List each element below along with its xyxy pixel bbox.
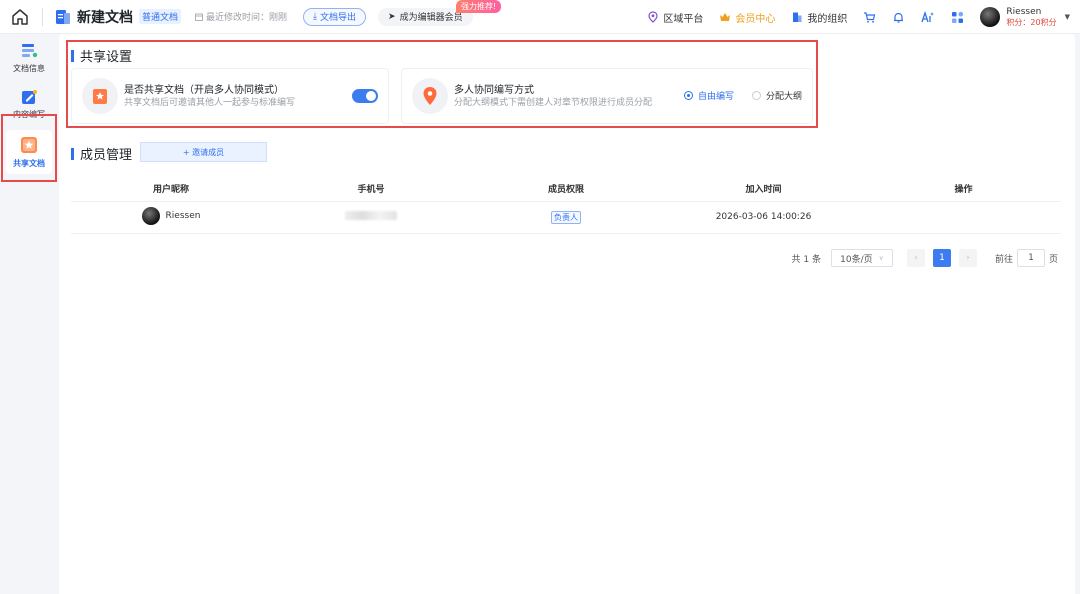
radio-free-edit[interactable]: 自由编写 — [683, 89, 734, 102]
user-nickname: Riessen — [165, 210, 201, 221]
highlight-box — [1, 114, 57, 182]
apps-grid-icon[interactable] — [951, 11, 964, 24]
member-management-title: 成员管理 — [80, 148, 133, 163]
share-settings-heading: 共享设置 — [71, 46, 132, 65]
doc-title: 新建文档 — [77, 9, 133, 26]
cell-joined: 2026-03-06 14:00:26 — [661, 201, 866, 234]
top-right-toolbar: 区域平台 会员中心 我的组织 Riessen 积分：20积分 ▼ — [647, 0, 1080, 34]
share-doc-card-icon — [82, 78, 118, 114]
radio-dot — [751, 91, 761, 100]
prev-page-button[interactable]: ‹ — [906, 249, 925, 267]
user-menu[interactable]: Riessen 积分：20积分 ▼ — [980, 7, 1070, 28]
my-org-link[interactable]: 我的组织 — [791, 10, 847, 25]
crown-icon — [720, 13, 731, 21]
region-platform-link[interactable]: 区域平台 — [647, 10, 703, 25]
send-icon: ➤ — [388, 11, 396, 22]
doc-info-icon — [22, 44, 38, 58]
member-management-heading: 成员管理 — [71, 144, 132, 163]
role-tag: 负责人 — [551, 210, 581, 224]
members-table: 用户昵称 手机号 成员权限 加入时间 操作 Riessen 负责人 2026-0… — [71, 177, 1061, 234]
radio-label: 自由编写 — [697, 92, 734, 102]
column-header: 加入时间 — [661, 177, 866, 202]
share-settings-title: 共享设置 — [80, 50, 133, 65]
share-doc-title: 是否共享文档（开启多人协同模式） — [124, 84, 284, 96]
collab-mode-title: 多人协同编写方式 — [454, 84, 534, 96]
radio-label: 分配大纲 — [765, 92, 802, 102]
member-center-label: 会员中心 — [735, 13, 776, 25]
share-doc-desc: 共享文档后可邀请其他人一起参与标准编写 — [124, 97, 296, 108]
total-count: 共 1 条 — [791, 254, 821, 265]
collab-mode-card: 多人协同编写方式 分配大纲模式下需创建人对章节权限进行成员分配 自由编写 分配大… — [401, 68, 813, 124]
page-number-current[interactable]: 1 — [932, 249, 951, 267]
table-header-row: 用户昵称 手机号 成员权限 加入时间 操作 — [71, 177, 1061, 202]
become-member-label: 成为编辑器会员 — [399, 13, 463, 23]
calendar-icon — [195, 13, 203, 21]
collab-mode-desc: 分配大纲模式下需创建人对章节权限进行成员分配 — [454, 97, 653, 108]
become-member-button[interactable]: ➤ 成为编辑器会员 强力推荐! — [378, 0, 502, 26]
goto-prefix: 前往 — [994, 254, 1013, 265]
cart-icon[interactable] — [863, 11, 876, 24]
doc-type-badge: 普通文档 — [139, 9, 182, 24]
my-org-label: 我的组织 — [807, 13, 848, 25]
page-size-select[interactable]: 10条/页 ∨ — [830, 249, 893, 267]
main-content: 共享设置 是否共享文档（开启多人协同模式） 共享文档后可邀请其他人一起参与标准编… — [59, 34, 1075, 594]
invite-member-button[interactable]: + 邀请成员 — [140, 142, 267, 162]
page-size-value: 10条/页 — [840, 254, 873, 265]
top-bar: 新建文档 普通文档 最近修改时间：刚刚 ⤓ 文档导出 ➤ 成为编辑器会员 强力推… — [0, 0, 1080, 34]
column-header: 手机号 — [271, 177, 471, 202]
region-platform-label: 区域平台 — [663, 13, 704, 25]
radio-assign-outline[interactable]: 分配大纲 — [751, 89, 802, 102]
collab-mode-card-icon — [412, 78, 448, 114]
last-edit-info: 最近修改时间：刚刚 — [195, 10, 287, 23]
export-button[interactable]: ⤓ 文档导出 — [303, 7, 367, 26]
phone-redacted — [345, 211, 397, 220]
heading-accent-bar — [71, 147, 74, 160]
avatar — [980, 7, 1001, 27]
cell-phone — [271, 201, 471, 234]
pagination: 共 1 条 10条/页 ∨ ‹ 1 › 前往 1 页 — [792, 249, 1058, 267]
share-doc-card: 是否共享文档（开启多人协同模式） 共享文档后可邀请其他人一起参与标准编写 — [71, 68, 389, 124]
cell-action — [866, 201, 1061, 234]
building-icon — [793, 12, 802, 22]
bell-icon[interactable] — [892, 11, 905, 24]
next-page-button[interactable]: › — [958, 249, 977, 267]
goto-page-input[interactable]: 1 — [1016, 249, 1045, 267]
doc-logo-icon — [55, 9, 71, 25]
goto-suffix: 页 — [1048, 254, 1058, 265]
column-header: 操作 — [866, 177, 1061, 202]
home-icon[interactable] — [0, 0, 40, 34]
member-center-link[interactable]: 会员中心 — [719, 10, 775, 25]
column-header: 用户昵称 — [71, 177, 271, 202]
user-points: 积分：20积分 — [1006, 17, 1057, 27]
edit-icon — [22, 90, 37, 104]
sidebar-item-doc-info[interactable]: 文档信息 — [6, 36, 52, 80]
cell-role: 负责人 — [471, 201, 661, 234]
sidebar-item-label: 文档信息 — [13, 64, 45, 73]
user-name: Riessen — [1006, 6, 1042, 17]
radio-dot — [683, 91, 693, 100]
avatar — [141, 206, 160, 225]
last-edit-text: 最近修改时间：刚刚 — [206, 13, 288, 23]
heading-accent-bar — [71, 49, 74, 62]
divider — [42, 7, 43, 26]
chevron-down-icon: ▼ — [1064, 13, 1070, 21]
share-toggle-switch[interactable] — [352, 89, 378, 103]
location-pin-icon — [648, 11, 659, 23]
left-sidebar: 文档信息 内容编写 共享文档 — [0, 34, 58, 594]
download-icon: ⤓ — [313, 11, 318, 22]
cell-user: Riessen — [71, 201, 271, 234]
export-label: 文档导出 — [320, 13, 357, 23]
ai-icon[interactable] — [921, 10, 935, 24]
table-row: Riessen 负责人 2026-03-06 14:00:26 — [71, 201, 1061, 234]
column-header: 成员权限 — [471, 177, 661, 202]
chevron-down-icon: ∨ — [878, 254, 884, 262]
hot-badge: 强力推荐! — [456, 0, 502, 13]
collab-mode-radio-group: 自由编写 分配大纲 — [683, 89, 802, 102]
